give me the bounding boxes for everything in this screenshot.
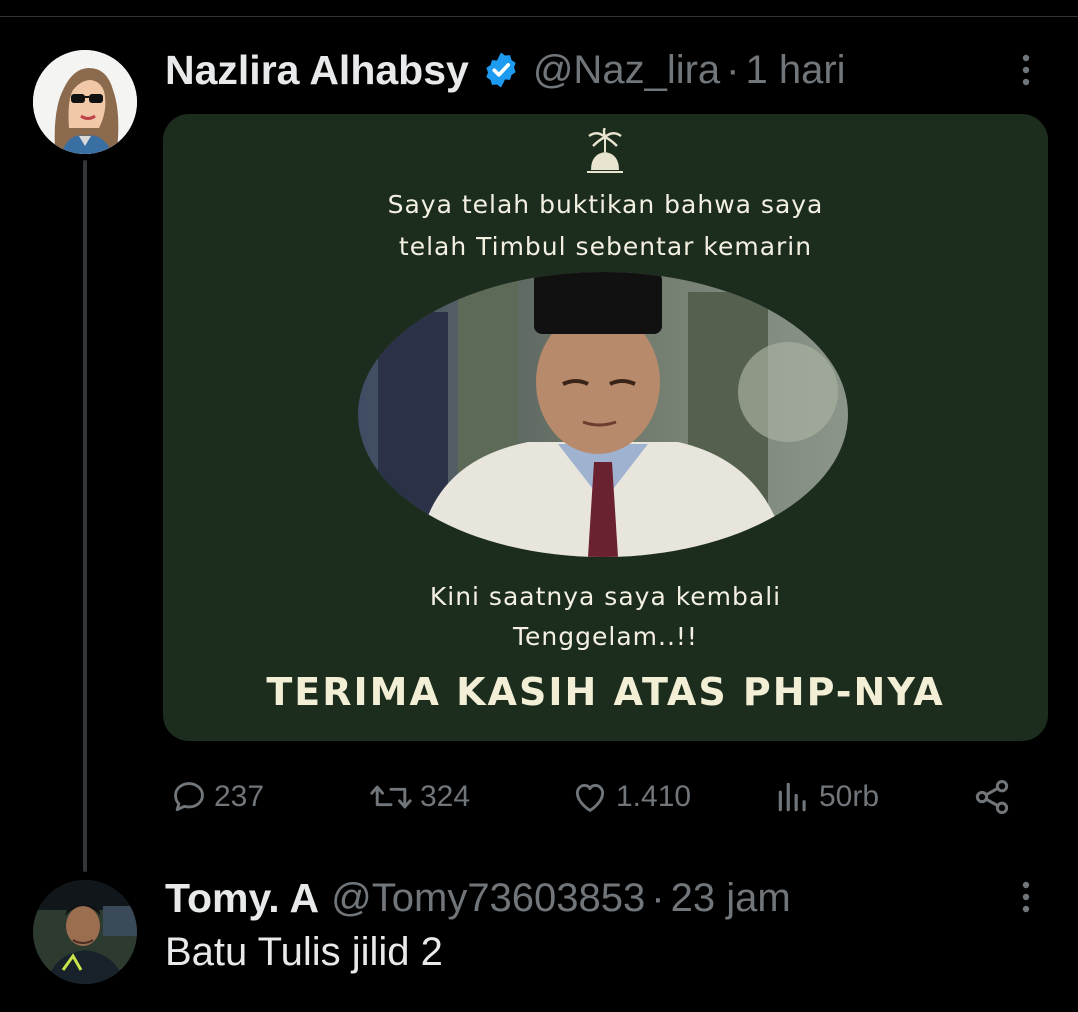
repost-icon [370, 785, 412, 809]
top-divider [0, 16, 1078, 17]
author-handle[interactable]: @Naz_lira [533, 48, 720, 93]
media-text-line: Kini saatnya saya kembali [429, 582, 782, 611]
media-title: TERIMA KASIH ATAS PHP-NYA [266, 670, 945, 714]
more-options-button[interactable] [1006, 877, 1046, 917]
avatar-photo [33, 880, 137, 984]
share-icon [975, 780, 1009, 814]
more-vertical-icon [1022, 881, 1030, 913]
portrait-photo [358, 272, 848, 557]
reply-button[interactable]: 237 [170, 772, 264, 822]
media-text-line: Saya telah buktikan bahwa saya [387, 190, 824, 219]
reply-text: Batu Tulis jilid 2 [165, 930, 443, 974]
reply-author-handle[interactable]: @Tomy73603853 [331, 876, 645, 921]
repost-button[interactable]: 324 [368, 772, 470, 822]
separator-dot: · [651, 875, 665, 920]
more-options-button[interactable] [1006, 50, 1046, 90]
like-button[interactable]: 1.410 [570, 772, 691, 822]
views-button[interactable]: 50rb [773, 772, 879, 822]
reply-author-name[interactable]: Tomy. A [165, 875, 319, 922]
views-count: 50rb [819, 780, 880, 813]
media-text-line: Tenggelam..!! [513, 622, 698, 651]
avatar[interactable] [33, 880, 137, 984]
tweet-media-image[interactable]: Saya telah buktikan bahwa saya telah Tim… [163, 114, 1048, 741]
like-count: 1.410 [616, 780, 692, 813]
avatar[interactable] [33, 50, 137, 154]
repost-count: 324 [420, 780, 471, 813]
reply-timestamp[interactable]: 23 jam [671, 876, 791, 921]
tweet-timestamp[interactable]: 1 hari [745, 48, 845, 93]
share-button[interactable] [972, 772, 1012, 822]
separator-dot: · [726, 47, 740, 92]
views-icon [778, 782, 806, 812]
media-text-line: telah Timbul sebentar kemarin [398, 232, 813, 261]
tweet-header: Nazlira Alhabsy @Naz_lira · 1 hari [165, 44, 846, 96]
verified-badge-icon [481, 50, 521, 90]
reply-header: Tomy. A @Tomy73603853 · 23 jam [165, 872, 791, 924]
reply-count: 237 [214, 780, 265, 813]
thread-connector-line [83, 160, 87, 872]
author-name[interactable]: Nazlira Alhabsy [165, 47, 469, 94]
more-vertical-icon [1022, 54, 1030, 86]
tweet-action-bar: 237 324 1.410 50rb [0, 772, 1078, 822]
heart-icon [575, 784, 605, 812]
comment-icon [174, 782, 204, 812]
avatar-illustration [33, 50, 137, 154]
palm-island-icon [587, 128, 623, 173]
